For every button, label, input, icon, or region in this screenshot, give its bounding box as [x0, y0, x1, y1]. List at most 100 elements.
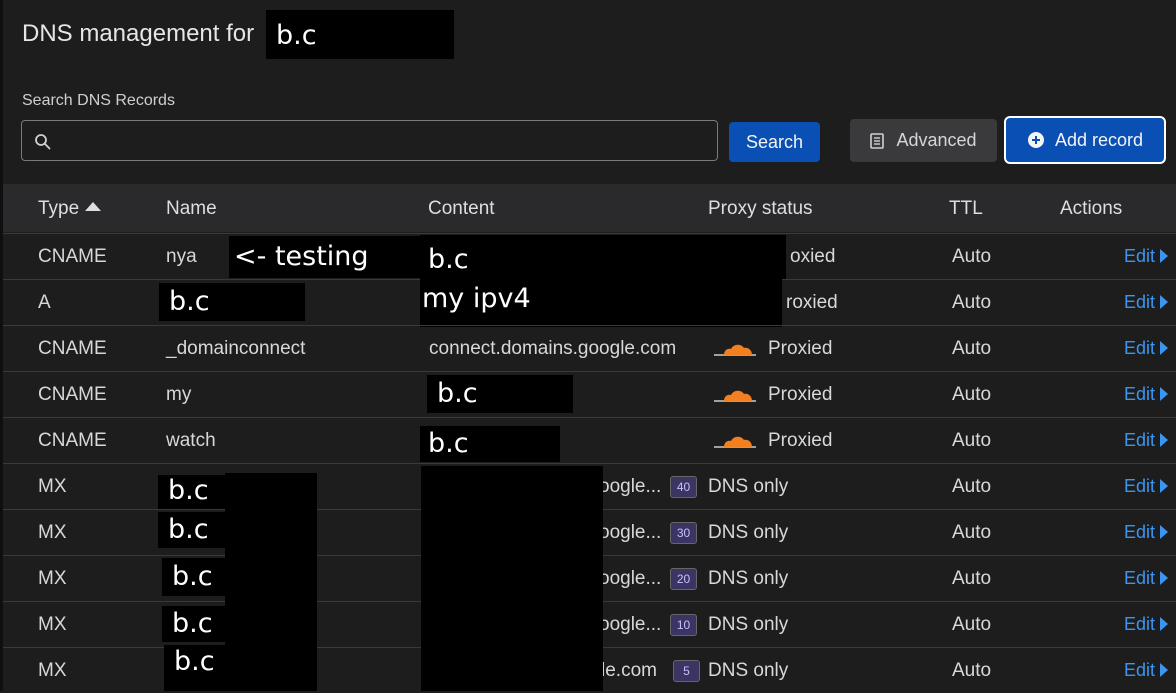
plus-circle-icon: [1027, 132, 1044, 148]
record-ttl: Auto: [952, 292, 992, 313]
edit-link-label: Edit: [1124, 430, 1156, 450]
record-ttl: Auto: [952, 384, 992, 405]
record-ttl: Auto: [952, 338, 992, 359]
edit-link-label: Edit: [1124, 338, 1156, 358]
column-header-type-label: Type: [38, 198, 80, 219]
record-type: CNAME: [38, 338, 107, 359]
chevron-right-icon: [1160, 663, 1169, 677]
column-header-ttl[interactable]: TTL: [949, 198, 983, 220]
orange-cloud-icon: [714, 436, 756, 448]
record-ttl: Auto: [952, 430, 992, 451]
proxy-status: DNS only: [708, 614, 789, 635]
priority-badge: 40: [670, 476, 697, 498]
advanced-button[interactable]: Advanced: [850, 119, 997, 162]
table-row: CNAME _domainconnect connect.domains.goo…: [3, 325, 1176, 371]
column-header-actions: Actions: [1060, 198, 1123, 219]
add-record-button-label: Add record: [1054, 129, 1144, 150]
edit-link-label: Edit: [1124, 476, 1156, 496]
priority-badge: 5: [673, 660, 700, 682]
chevron-right-icon: [1160, 295, 1169, 309]
record-type: MX: [38, 522, 67, 543]
edit-link-label: Edit: [1124, 660, 1156, 680]
chevron-right-icon: [1160, 341, 1169, 355]
table-header: Type Name Content Proxy status TTL Actio…: [3, 184, 1176, 232]
record-name: watch: [166, 430, 216, 451]
proxy-status: DNS only: [708, 522, 789, 543]
add-record-button[interactable]: Add record: [1004, 116, 1166, 164]
record-content: oogle...: [599, 568, 662, 589]
edit-link-label: Edit: [1124, 522, 1156, 542]
record-name: _domainconnect: [166, 338, 306, 359]
edit-link-label: Edit: [1124, 614, 1156, 634]
column-header-proxy-status[interactable]: Proxy status: [708, 198, 813, 220]
record-ttl: Auto: [952, 660, 992, 681]
search-button[interactable]: Search: [729, 122, 820, 162]
search-icon: [35, 134, 51, 150]
proxy-status: DNS only: [708, 568, 789, 589]
redacted-name: b.c: [158, 512, 228, 548]
record-name: my: [166, 384, 192, 405]
record-content: oogle...: [599, 522, 662, 543]
proxy-status: DNS only: [708, 476, 789, 497]
search-input[interactable]: [70, 121, 714, 162]
edit-link[interactable]: Edit: [1124, 660, 1169, 681]
edit-link-label: Edit: [1124, 384, 1156, 404]
record-type: MX: [38, 568, 67, 589]
proxy-status: Proxied: [768, 338, 833, 359]
page-title: DNS management for: [22, 20, 255, 47]
record-type: A: [38, 292, 51, 313]
record-name: nya: [166, 246, 197, 267]
record-ttl: Auto: [952, 614, 992, 635]
chevron-right-icon: [1160, 479, 1169, 493]
priority-badge: 20: [670, 568, 697, 590]
redacted-name: b.c: [158, 475, 228, 509]
record-content: connect.domains.google.com: [429, 338, 677, 359]
redacted-content: b.c: [420, 426, 560, 462]
orange-cloud-icon: [714, 344, 756, 356]
edit-link[interactable]: Edit: [1124, 522, 1169, 543]
redacted-name: b.c: [162, 558, 228, 596]
redacted-name: b.c: [162, 606, 228, 642]
chevron-right-icon: [1160, 387, 1169, 401]
column-header-type[interactable]: Type: [38, 198, 102, 220]
sort-up-icon: [85, 202, 102, 211]
column-header-name[interactable]: Name: [166, 198, 217, 220]
edit-link[interactable]: Edit: [1124, 476, 1169, 497]
edit-link[interactable]: Edit: [1124, 384, 1169, 405]
edit-link[interactable]: Edit: [1124, 338, 1169, 359]
search-field[interactable]: [21, 120, 718, 162]
edit-link-label: Edit: [1124, 246, 1156, 266]
search-button-label: Search: [745, 131, 804, 152]
record-type: CNAME: [38, 384, 107, 405]
redacted-domain: b.c: [266, 10, 454, 59]
edit-link[interactable]: Edit: [1124, 292, 1169, 313]
search-label: Search DNS Records: [22, 92, 175, 109]
proxy-status: DNS only: [708, 660, 789, 681]
edit-link[interactable]: Edit: [1124, 246, 1169, 267]
redacted-content: my ipv4: [420, 279, 782, 327]
record-type: MX: [38, 660, 67, 681]
redacted-name: b.c: [164, 645, 228, 691]
record-content: oogle...: [599, 476, 662, 497]
orange-cloud-icon: [714, 390, 756, 402]
record-ttl: Auto: [952, 568, 992, 589]
edit-link-label: Edit: [1124, 292, 1156, 312]
proxy-status: oxied: [790, 246, 836, 267]
chevron-right-icon: [1160, 571, 1169, 585]
table-row: CNAME my b.c Proxied Auto Edit: [3, 371, 1176, 417]
record-ttl: Auto: [952, 522, 992, 543]
edit-link[interactable]: Edit: [1124, 568, 1169, 589]
record-content: oogle...: [599, 614, 662, 635]
chevron-right-icon: [1160, 525, 1169, 539]
advanced-button-label: Advanced: [896, 130, 977, 150]
edit-link[interactable]: Edit: [1124, 614, 1169, 635]
edit-link[interactable]: Edit: [1124, 430, 1169, 451]
record-ttl: Auto: [952, 476, 992, 497]
column-header-content[interactable]: Content: [428, 198, 495, 220]
document-icon: [870, 132, 885, 149]
chevron-right-icon: [1160, 433, 1169, 447]
chevron-right-icon: [1160, 617, 1169, 631]
edit-link-label: Edit: [1124, 568, 1156, 588]
priority-badge: 10: [670, 614, 697, 636]
proxy-status: roxied: [786, 292, 838, 313]
